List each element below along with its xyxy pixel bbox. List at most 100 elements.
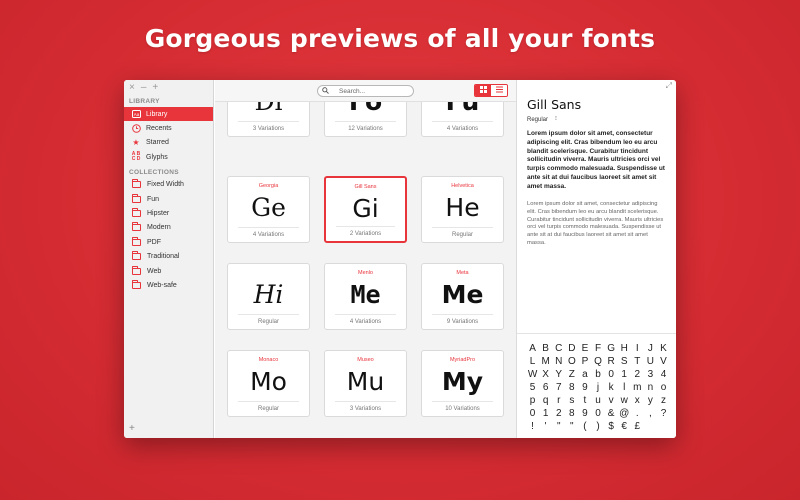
glyph-cell[interactable]: " <box>565 420 578 433</box>
glyph-cell[interactable]: z <box>657 394 670 407</box>
glyph-cell[interactable]: ! <box>526 420 539 433</box>
glyph-cell[interactable]: b <box>591 368 604 381</box>
glyph-cell[interactable]: t <box>578 394 591 407</box>
glyph-cell[interactable]: 2 <box>552 407 565 420</box>
add-collection-button[interactable]: + <box>129 423 135 434</box>
glyph-cell[interactable]: k <box>605 381 618 394</box>
glyph-cell[interactable]: B <box>539 342 552 355</box>
glyph-cell[interactable]: 3 <box>644 368 657 381</box>
glyph-cell[interactable]: ( <box>578 420 591 433</box>
glyph-cell[interactable]: o <box>657 381 670 394</box>
glyph-cell[interactable]: V <box>657 355 670 368</box>
font-card[interactable]: Monaco Mo Regular <box>227 350 310 417</box>
collection-item-traditional[interactable]: Traditional <box>124 250 213 264</box>
expand-icon[interactable]: ⤢ <box>666 81 672 91</box>
glyph-cell[interactable]: y <box>644 394 657 407</box>
glyph-cell[interactable]: 4 <box>657 368 670 381</box>
glyph-cell[interactable]: x <box>631 394 644 407</box>
font-card[interactable]: Hi Regular <box>227 263 310 330</box>
glyph-cell[interactable]: C <box>552 342 565 355</box>
collection-item-fun[interactable]: Fun <box>124 192 213 206</box>
sidebar-item-library[interactable]: Aa Library <box>124 107 213 122</box>
glyph-cell[interactable]: q <box>539 394 552 407</box>
glyph-cell[interactable]: 9 <box>578 407 591 420</box>
glyph-cell[interactable]: 5 <box>526 381 539 394</box>
glyph-cell[interactable]: & <box>605 407 618 420</box>
glyph-cell[interactable]: L <box>526 355 539 368</box>
glyph-cell[interactable]: Q <box>591 355 604 368</box>
glyph-cell[interactable]: s <box>565 394 578 407</box>
glyph-cell[interactable]: Y <box>552 368 565 381</box>
glyph-cell[interactable]: £ <box>631 420 644 433</box>
glyph-cell[interactable]: u <box>591 394 604 407</box>
font-card[interactable]: Menlo Me 4 Variations <box>324 263 407 330</box>
collection-item-web-safe[interactable]: Web-safe <box>124 278 213 292</box>
glyph-cell[interactable]: F <box>591 342 604 355</box>
glyph-cell[interactable]: X <box>539 368 552 381</box>
glyph-cell[interactable]: 7 <box>552 381 565 394</box>
glyph-cell[interactable]: m <box>631 381 644 394</box>
glyph-cell[interactable]: j <box>591 381 604 394</box>
glyph-cell[interactable]: W <box>526 368 539 381</box>
glyph-cell[interactable]: 0 <box>526 407 539 420</box>
glyph-cell[interactable]: 2 <box>631 368 644 381</box>
glyph-cell[interactable]: I <box>631 342 644 355</box>
glyph-cell[interactable]: , <box>644 407 657 420</box>
sidebar-item-recents[interactable]: Recents <box>124 121 213 135</box>
glyph-cell[interactable]: 8 <box>565 381 578 394</box>
glyph-cell[interactable]: J <box>644 342 657 355</box>
grid-view-button[interactable] <box>475 85 491 96</box>
sidebar-item-glyphs[interactable]: A BC D Glyphs <box>124 150 213 164</box>
glyph-cell[interactable]: U <box>644 355 657 368</box>
glyph-cell[interactable]: A <box>526 342 539 355</box>
collection-item-modern[interactable]: Modern <box>124 221 213 235</box>
font-card[interactable]: MyriadPro My 10 Variations <box>421 350 504 417</box>
glyph-cell[interactable]: . <box>631 407 644 420</box>
glyph-cell[interactable]: T <box>631 355 644 368</box>
font-card[interactable]: Museo Mu 3 Variations <box>324 350 407 417</box>
glyph-cell[interactable]: H <box>618 342 631 355</box>
font-card[interactable]: Georgia Ge 4 Variations <box>227 176 310 243</box>
glyph-cell[interactable]: @ <box>618 407 631 420</box>
glyph-cell[interactable]: " <box>552 420 565 433</box>
font-card[interactable]: Helvetica He Regular <box>421 176 504 243</box>
glyph-cell[interactable]: w <box>618 394 631 407</box>
search-input[interactable]: Search... <box>317 85 414 97</box>
glyph-cell[interactable]: G <box>605 342 618 355</box>
glyph-cell[interactable]: 0 <box>605 368 618 381</box>
glyph-cell[interactable]: r <box>552 394 565 407</box>
glyph-cell[interactable]: O <box>565 355 578 368</box>
glyph-cell[interactable]: 0 <box>591 407 604 420</box>
sidebar-item-starred[interactable]: ★ Starred <box>124 136 213 150</box>
collection-item-hipster[interactable]: Hipster <box>124 206 213 220</box>
glyph-cell[interactable]: 9 <box>578 381 591 394</box>
glyph-cell[interactable]: n <box>644 381 657 394</box>
glyph-cell[interactable]: Z <box>565 368 578 381</box>
glyph-cell[interactable]: M <box>539 355 552 368</box>
glyph-cell[interactable]: K <box>657 342 670 355</box>
chevron-updown-icon[interactable]: ⁝ <box>555 115 557 122</box>
glyph-cell[interactable]: 8 <box>565 407 578 420</box>
glyph-cell[interactable]: 6 <box>539 381 552 394</box>
glyph-cell[interactable]: ? <box>657 407 670 420</box>
font-card[interactable]: Meta Me 9 Variations <box>421 263 504 330</box>
glyph-cell[interactable]: S <box>618 355 631 368</box>
collection-item-pdf[interactable]: PDF <box>124 235 213 249</box>
glyph-cell[interactable]: 1 <box>539 407 552 420</box>
glyph-cell[interactable]: p <box>526 394 539 407</box>
glyph-cell[interactable]: ' <box>539 420 552 433</box>
glyph-cell[interactable]: l <box>618 381 631 394</box>
glyph-cell[interactable]: v <box>605 394 618 407</box>
close-window-icon[interactable]: × <box>129 82 135 93</box>
style-selector[interactable]: Regular <box>527 117 548 123</box>
glyph-cell[interactable]: E <box>578 342 591 355</box>
zoom-window-icon[interactable]: + <box>152 82 158 93</box>
collection-item-fixed-width[interactable]: Fixed Width <box>124 178 213 192</box>
glyph-cell[interactable]: R <box>605 355 618 368</box>
glyph-cell[interactable]: 1 <box>618 368 631 381</box>
glyph-cell[interactable]: D <box>565 342 578 355</box>
glyph-cell[interactable]: € <box>618 420 631 433</box>
collection-item-web[interactable]: Web <box>124 264 213 278</box>
glyph-cell[interactable]: a <box>578 368 591 381</box>
glyph-cell[interactable]: $ <box>605 420 618 433</box>
